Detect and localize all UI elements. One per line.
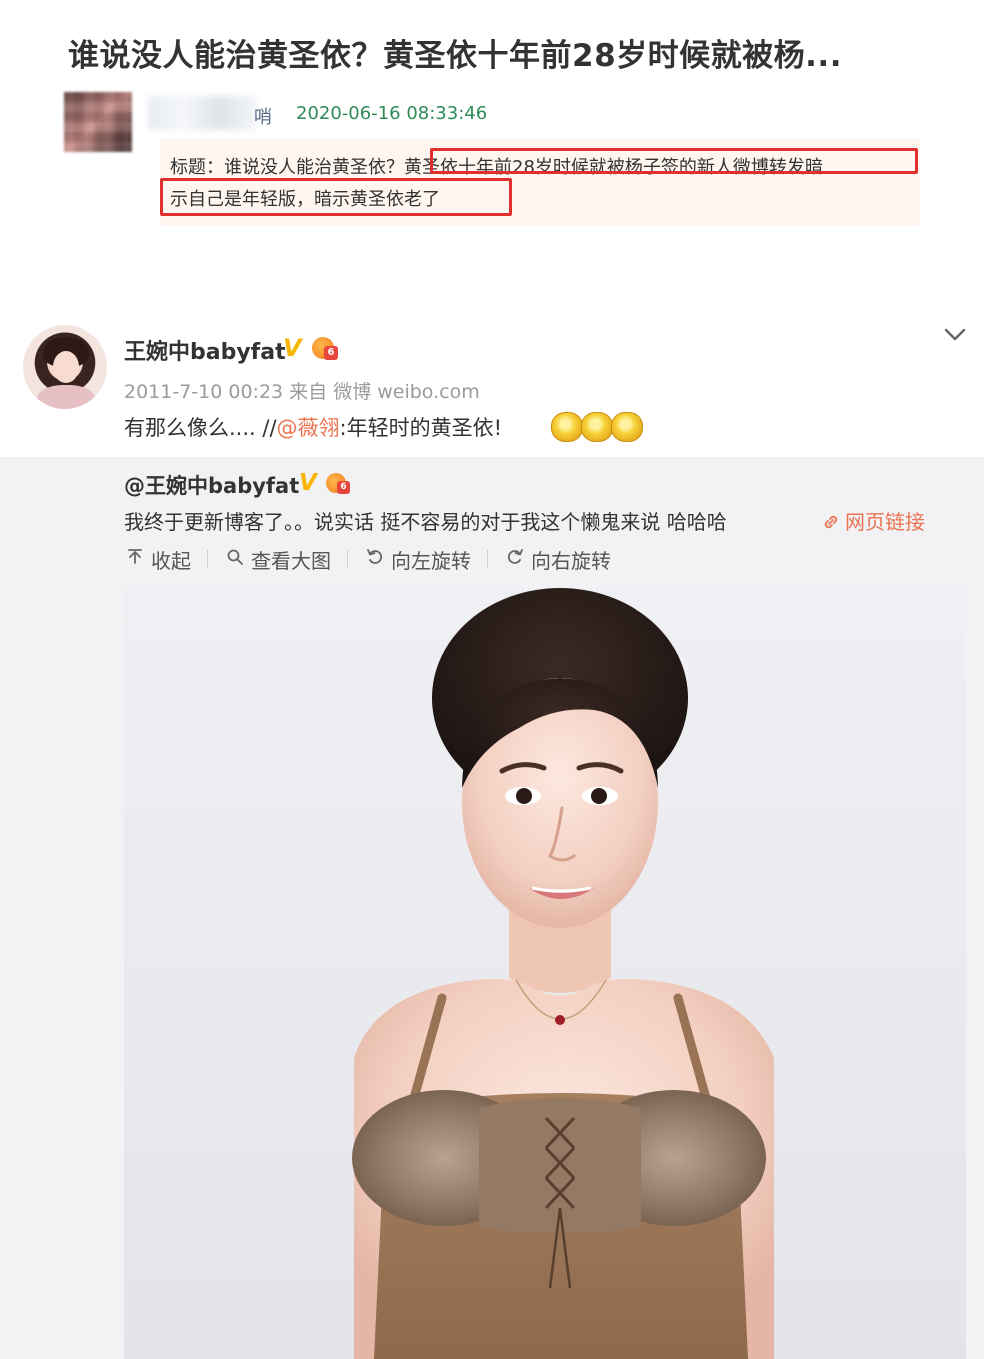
mention-link[interactable]: @薇翎 bbox=[277, 416, 340, 440]
post-photo[interactable] bbox=[124, 588, 966, 1359]
repost-user-handle[interactable]: @王婉中babyfat bbox=[124, 470, 299, 500]
portrait-illustration bbox=[352, 588, 774, 1359]
highlight-box-2 bbox=[160, 178, 512, 216]
rotate-right-icon bbox=[504, 548, 526, 571]
rotate-left-label: 向左旋转 bbox=[391, 548, 471, 573]
rotate-right-button[interactable]: 向右旋转 bbox=[504, 545, 611, 574]
author-name-blurred[interactable] bbox=[148, 96, 256, 130]
post-text-suffix: :年轻时的黄圣依! bbox=[339, 416, 503, 440]
toolbar-divider bbox=[487, 550, 488, 568]
collapse-button[interactable]: 收起 bbox=[124, 545, 191, 574]
repost-text: 我终于更新博客了。。说实话 挺不容易的对于我这个懒鬼来说 哈哈哈 bbox=[124, 510, 727, 534]
user-avatar[interactable] bbox=[23, 325, 107, 409]
link-icon bbox=[822, 513, 842, 534]
image-toolbar: 收起 查看大图 向左旋转 向右旋转 bbox=[124, 544, 611, 574]
avatar-dress-shape bbox=[37, 385, 95, 409]
arrow-up-icon bbox=[124, 548, 146, 571]
post-user-name[interactable]: 王婉中babyfat bbox=[124, 334, 286, 366]
emoji-row bbox=[551, 410, 647, 444]
emoji-icon bbox=[581, 412, 613, 442]
verified-icon: V bbox=[283, 334, 302, 362]
rotate-left-button[interactable]: 向左旋转 bbox=[364, 545, 471, 574]
emoji-icon bbox=[551, 412, 583, 442]
view-large-button[interactable]: 查看大图 bbox=[224, 545, 331, 574]
member-badge-icon: 6 bbox=[312, 337, 338, 361]
highlight-box-1 bbox=[430, 148, 918, 174]
repost-member-badge-icon: 6 bbox=[326, 473, 352, 497]
collapse-label: 收起 bbox=[151, 548, 191, 573]
rotate-left-icon bbox=[364, 548, 386, 571]
author-name-tail[interactable]: 哨 bbox=[254, 103, 272, 129]
search-icon bbox=[224, 548, 246, 571]
article-timestamp: 2020-06-16 08:33:46 bbox=[296, 103, 488, 124]
toolbar-divider bbox=[347, 550, 348, 568]
web-link-label: 网页链接 bbox=[845, 510, 925, 534]
post-text-prefix: 有那么像么.... // bbox=[124, 416, 277, 440]
web-link[interactable]: 网页链接 bbox=[822, 506, 925, 535]
emoji-icon bbox=[611, 412, 643, 442]
chevron-down-icon[interactable] bbox=[942, 322, 968, 348]
rotate-right-label: 向右旋转 bbox=[531, 548, 611, 573]
avatar-face-shape bbox=[53, 351, 79, 383]
view-large-label: 查看大图 bbox=[251, 548, 331, 573]
author-avatar-blurred[interactable] bbox=[64, 92, 132, 152]
repost-verified-icon: V bbox=[299, 470, 317, 496]
article-title[interactable]: 谁说没人能治黄圣依？黄圣依十年前28岁时候就被杨... bbox=[68, 30, 948, 75]
toolbar-divider bbox=[207, 550, 208, 568]
post-text: 有那么像么.... //@薇翎:年轻时的黄圣依! bbox=[124, 412, 502, 442]
post-meta: 2011-7-10 00:23 来自 微博 weibo.com bbox=[124, 381, 480, 403]
